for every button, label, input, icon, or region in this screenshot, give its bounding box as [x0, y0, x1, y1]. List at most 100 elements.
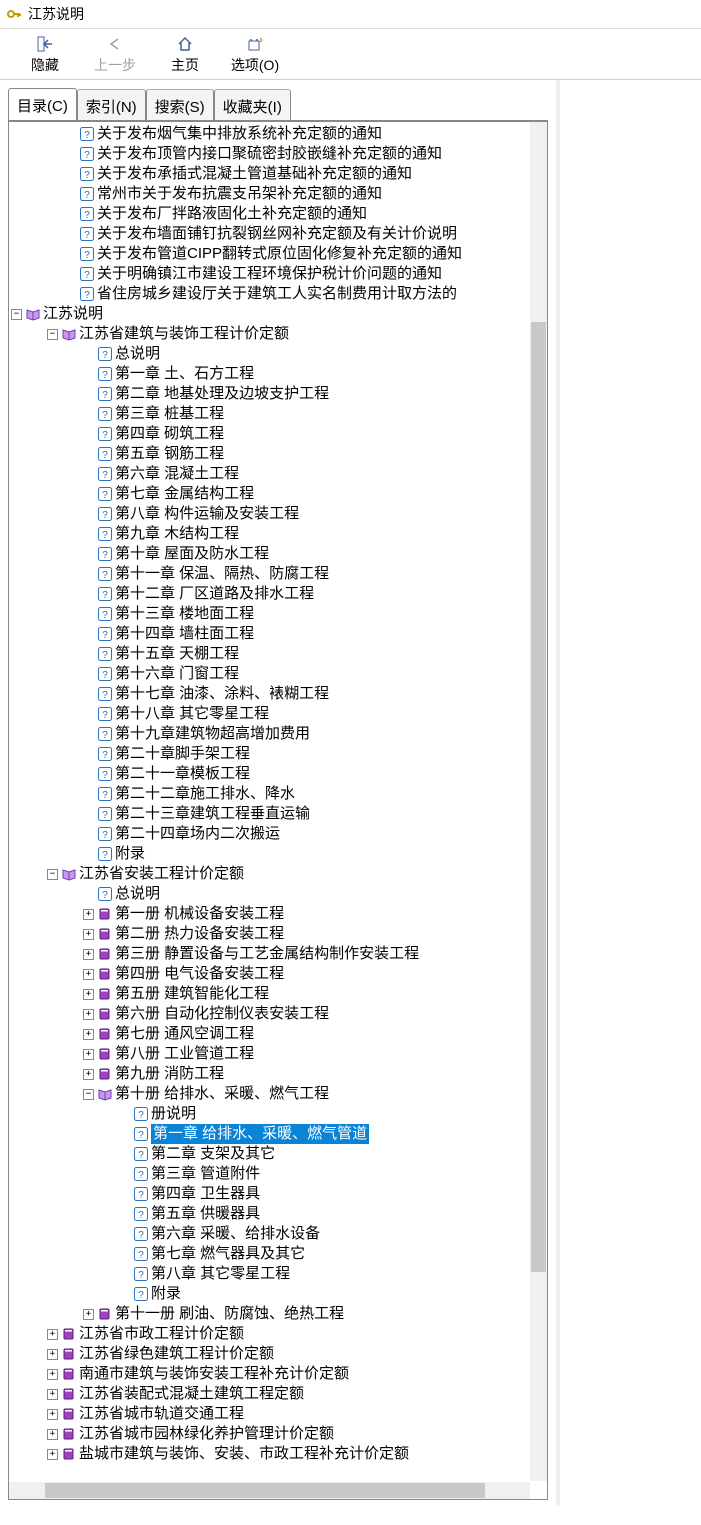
tree-leaf[interactable]: 第二章 地基处理及边坡支护工程	[11, 384, 547, 404]
tree-leaf[interactable]: 总说明	[11, 344, 547, 364]
tree-leaf[interactable]: 第十六章 门窗工程	[11, 664, 547, 684]
tree-book-open[interactable]: −第十册 给排水、采暖、燃气工程	[11, 1084, 547, 1104]
tree-book[interactable]: +第二册 热力设备安装工程	[11, 924, 547, 944]
tree-book[interactable]: +第八册 工业管道工程	[11, 1044, 547, 1064]
tree-leaf[interactable]: 第八章 构件运输及安装工程	[11, 504, 547, 524]
tree-leaf[interactable]: 第十章 屋面及防水工程	[11, 544, 547, 564]
tree-leaf[interactable]: 第一章 给排水、采暖、燃气管道	[11, 1124, 547, 1144]
tree-leaf[interactable]: 第三章 管道附件	[11, 1164, 547, 1184]
tab-contents[interactable]: 目录(C)	[8, 88, 77, 120]
tree-leaf[interactable]: 第十五章 天棚工程	[11, 644, 547, 664]
hide-button[interactable]: 隐藏	[10, 35, 80, 75]
tree-book[interactable]: +第一册 机械设备安装工程	[11, 904, 547, 924]
tree-leaf[interactable]: 第五章 钢筋工程	[11, 444, 547, 464]
expander-icon[interactable]: +	[83, 949, 94, 960]
expander-icon[interactable]: +	[83, 1069, 94, 1080]
tree-leaf[interactable]: 第八章 其它零星工程	[11, 1264, 547, 1284]
tree-leaf[interactable]: 第十三章 楼地面工程	[11, 604, 547, 624]
expander-icon[interactable]: +	[47, 1329, 58, 1340]
tree-book[interactable]: +第七册 通风空调工程	[11, 1024, 547, 1044]
tree-leaf[interactable]: 第六章 混凝土工程	[11, 464, 547, 484]
expander-icon[interactable]: +	[83, 929, 94, 940]
tree-leaf[interactable]: 第十八章 其它零星工程	[11, 704, 547, 724]
vertical-scroll-thumb[interactable]	[531, 322, 546, 1272]
tree-leaf[interactable]: 第二十四章场内二次搬运	[11, 824, 547, 844]
tree-folder[interactable]: −江苏省建筑与装饰工程计价定额	[11, 324, 547, 344]
tab-index[interactable]: 索引(N)	[77, 89, 146, 121]
tree-leaf[interactable]: 关于发布烟气集中排放系统补充定额的通知	[11, 124, 547, 144]
tree-leaf[interactable]: 常州市关于发布抗震支吊架补充定额的通知	[11, 184, 547, 204]
expander-icon[interactable]: +	[83, 1009, 94, 1020]
tree-leaf[interactable]: 第四章 卫生器具	[11, 1184, 547, 1204]
tree-book[interactable]: +江苏省城市园林绿化养护管理计价定额	[11, 1424, 547, 1444]
expander-icon[interactable]: +	[83, 1049, 94, 1060]
tree-folder[interactable]: −江苏省安装工程计价定额	[11, 864, 547, 884]
tree-leaf[interactable]: 关于明确镇江市建设工程环境保护税计价问题的通知	[11, 264, 547, 284]
tree-leaf[interactable]: 第二十章脚手架工程	[11, 744, 547, 764]
tree-book[interactable]: +第九册 消防工程	[11, 1064, 547, 1084]
expander-icon[interactable]: −	[47, 329, 58, 340]
tree-book[interactable]: +第三册 静置设备与工艺金属结构制作安装工程	[11, 944, 547, 964]
tree-book[interactable]: +盐城市建筑与装饰、安装、市政工程补充计价定额	[11, 1444, 547, 1464]
tree-leaf[interactable]: 第十九章建筑物超高增加费用	[11, 724, 547, 744]
tree-leaf[interactable]: 第十七章 油漆、涂料、裱糊工程	[11, 684, 547, 704]
tree-leaf[interactable]: 第九章 木结构工程	[11, 524, 547, 544]
home-button[interactable]: 主页	[150, 35, 220, 75]
tree-leaf[interactable]: 第十一章 保温、隔热、防腐工程	[11, 564, 547, 584]
expander-icon[interactable]: −	[47, 869, 58, 880]
options-button[interactable]: 选项(O)	[220, 35, 290, 75]
tree-book[interactable]: +南通市建筑与装饰安装工程补充计价定额	[11, 1364, 547, 1384]
horizontal-scrollbar[interactable]	[9, 1482, 530, 1499]
tree-leaf[interactable]: 第六章 采暖、给排水设备	[11, 1224, 547, 1244]
expander-icon[interactable]: +	[83, 1309, 94, 1320]
tab-favorites[interactable]: 收藏夹(I)	[214, 89, 291, 121]
expander-icon[interactable]: +	[47, 1409, 58, 1420]
tree-leaf[interactable]: 关于发布墙面铺钉抗裂钢丝网补充定额及有关计价说明	[11, 224, 547, 244]
tree-leaf[interactable]: 关于发布管道CIPP翻转式原位固化修复补充定额的通知	[11, 244, 547, 264]
tree-root[interactable]: −江苏说明	[11, 304, 547, 324]
tree-leaf[interactable]: 关于发布顶管内接口聚硫密封胶嵌缝补充定额的通知	[11, 144, 547, 164]
tree-book[interactable]: +江苏省市政工程计价定额	[11, 1324, 547, 1344]
expander-icon[interactable]: +	[83, 1029, 94, 1040]
expander-icon[interactable]: +	[47, 1429, 58, 1440]
tree-leaf[interactable]: 附录	[11, 1284, 547, 1304]
tree-book[interactable]: +第五册 建筑智能化工程	[11, 984, 547, 1004]
tree-leaf[interactable]: 第五章 供暖器具	[11, 1204, 547, 1224]
tree-view[interactable]: 关于发布烟气集中排放系统补充定额的通知关于发布顶管内接口聚硫密封胶嵌缝补充定额的…	[11, 124, 547, 1464]
tree-leaf[interactable]: 第二章 支架及其它	[11, 1144, 547, 1164]
tree-leaf[interactable]: 第十二章 厂区道路及排水工程	[11, 584, 547, 604]
tree-book[interactable]: +第四册 电气设备安装工程	[11, 964, 547, 984]
tree-leaf[interactable]: 第二十三章建筑工程垂直运输	[11, 804, 547, 824]
tree-leaf[interactable]: 第七章 金属结构工程	[11, 484, 547, 504]
back-button[interactable]: 上一步	[80, 35, 150, 75]
expander-icon[interactable]: +	[47, 1449, 58, 1460]
vertical-scrollbar[interactable]	[530, 122, 547, 1481]
tree-book[interactable]: +江苏省装配式混凝土建筑工程定额	[11, 1384, 547, 1404]
expander-icon[interactable]: −	[83, 1089, 94, 1100]
tree-leaf[interactable]: 总说明	[11, 884, 547, 904]
expander-icon[interactable]: +	[83, 989, 94, 1000]
tree-leaf[interactable]: 第一章 土、石方工程	[11, 364, 547, 384]
tree-leaf[interactable]: 第三章 桩基工程	[11, 404, 547, 424]
tree-leaf[interactable]: 关于发布承插式混凝土管道基础补充定额的通知	[11, 164, 547, 184]
expander-icon[interactable]: +	[83, 969, 94, 980]
tab-search[interactable]: 搜索(S)	[146, 89, 214, 121]
tree-leaf[interactable]: 第四章 砌筑工程	[11, 424, 547, 444]
tree-leaf[interactable]: 第二十二章施工排水、降水	[11, 784, 547, 804]
tree-leaf[interactable]: 附录	[11, 844, 547, 864]
tree-leaf[interactable]: 省住房城乡建设厅关于建筑工人实名制费用计取方法的	[11, 284, 547, 304]
tree-book[interactable]: +江苏省城市轨道交通工程	[11, 1404, 547, 1424]
expander-icon[interactable]: −	[11, 309, 22, 320]
expander-icon[interactable]: +	[47, 1349, 58, 1360]
tree-book[interactable]: +江苏省绿色建筑工程计价定额	[11, 1344, 547, 1364]
expander-icon[interactable]: +	[47, 1369, 58, 1380]
expander-icon[interactable]: +	[47, 1389, 58, 1400]
tree-leaf[interactable]: 册说明	[11, 1104, 547, 1124]
tree-leaf[interactable]: 第七章 燃气器具及其它	[11, 1244, 547, 1264]
expander-icon[interactable]: +	[83, 909, 94, 920]
tree-book[interactable]: +第六册 自动化控制仪表安装工程	[11, 1004, 547, 1024]
horizontal-scroll-thumb[interactable]	[45, 1483, 485, 1498]
tree-leaf[interactable]: 第二十一章模板工程	[11, 764, 547, 784]
tree-book[interactable]: +第十一册 刷油、防腐蚀、绝热工程	[11, 1304, 547, 1324]
tree-leaf[interactable]: 关于发布厂拌路液固化土补充定额的通知	[11, 204, 547, 224]
